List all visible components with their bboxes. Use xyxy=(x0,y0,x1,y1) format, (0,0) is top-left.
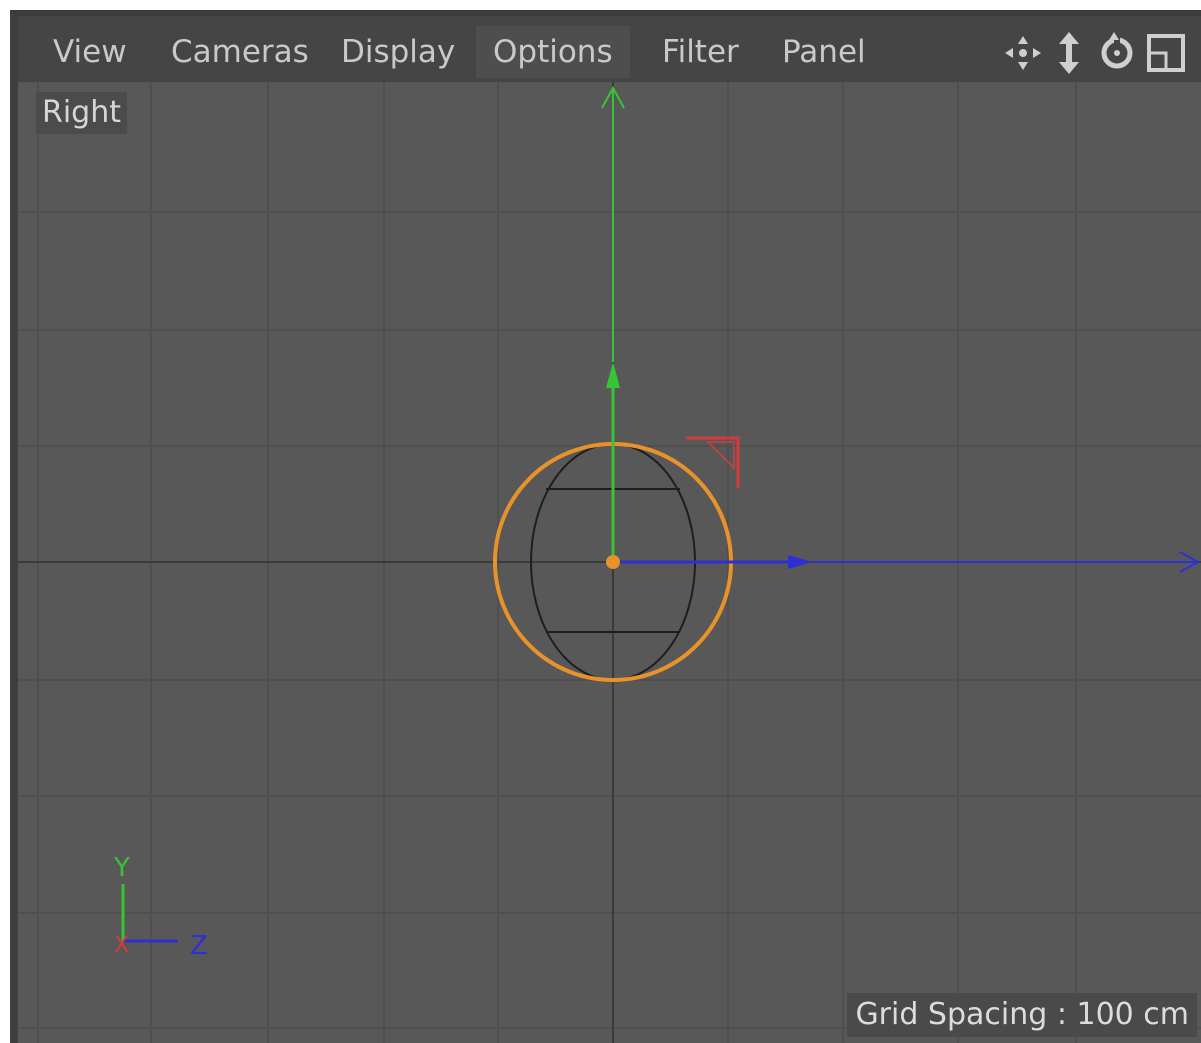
orientation-y-label: Y xyxy=(113,853,130,883)
viewport-menubar: View Cameras Display Options Filter Pane… xyxy=(18,16,1201,82)
viewport-panel[interactable]: Y Z X View Cameras Display Options Filte… xyxy=(10,10,1201,1043)
orientation-x-label: X xyxy=(114,933,129,958)
grid-spacing-label: Grid Spacing : xyxy=(855,997,1067,1032)
menu-display[interactable]: Display xyxy=(324,26,472,78)
viewport-navigation-icons xyxy=(1001,28,1201,78)
camera-view-label[interactable]: Right xyxy=(36,92,127,134)
menu-cameras[interactable]: Cameras xyxy=(154,26,326,78)
object-origin-handle[interactable] xyxy=(606,555,620,569)
viewport-canvas[interactable]: Y Z X xyxy=(18,16,1201,1043)
move-view-icon[interactable] xyxy=(1001,28,1045,78)
axis-orientation-gizmo: Y Z X xyxy=(113,853,208,961)
viewport-window: Y Z X View Cameras Display Options Filte… xyxy=(0,0,1201,1043)
menu-options[interactable]: Options xyxy=(476,26,630,78)
y-axis-arrowhead[interactable] xyxy=(606,362,620,388)
menu-filter[interactable]: Filter xyxy=(645,26,756,78)
dolly-view-icon[interactable] xyxy=(1047,28,1091,78)
grid-spacing-readout: Grid Spacing : 100 cm xyxy=(847,993,1197,1037)
toggle-layout-icon[interactable] xyxy=(1143,28,1187,78)
menu-view[interactable]: View xyxy=(36,26,144,78)
rotate-view-icon[interactable] xyxy=(1095,28,1139,78)
z-axis-arrowhead[interactable] xyxy=(788,555,813,569)
menu-panel[interactable]: Panel xyxy=(765,26,883,78)
orientation-z-label: Z xyxy=(190,931,208,961)
grid-spacing-value: 100 cm xyxy=(1076,997,1189,1032)
